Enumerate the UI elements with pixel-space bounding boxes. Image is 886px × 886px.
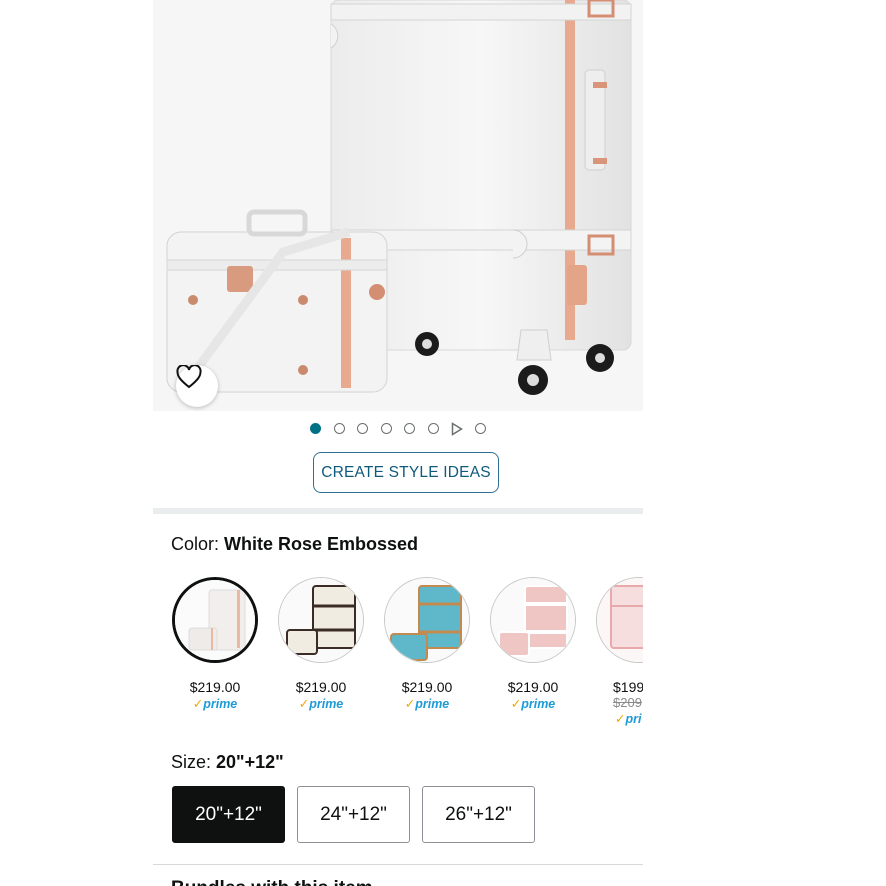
color-option-image: [596, 577, 643, 663]
color-option-white-rose[interactable]: $219.00 ✓prime: [171, 577, 277, 711]
color-option-pink[interactable]: $219.00 ✓prime: [489, 577, 595, 711]
color-swatch-row: $219.00 ✓prime $219.00 ✓prime $219.00 ✓p…: [171, 577, 643, 737]
section-divider: [153, 508, 643, 514]
carousel-dot-3[interactable]: [357, 423, 368, 434]
color-option-cream-black[interactable]: $219.00 ✓prime: [277, 577, 383, 711]
carousel-dot-4[interactable]: [381, 423, 392, 434]
image-carousel-indicator: [153, 421, 643, 437]
wishlist-button[interactable]: [176, 365, 218, 407]
color-option-price: $199: [613, 679, 643, 695]
color-option-price: $219.00: [189, 679, 241, 695]
color-option-list-price: $209: [613, 695, 642, 710]
prime-badge: ✓pri: [615, 712, 642, 726]
size-option-20-12[interactable]: 20"+12": [172, 786, 285, 843]
carousel-dot-1[interactable]: [310, 423, 321, 434]
selected-size-name: 20"+12": [216, 752, 284, 772]
carousel-dot-8[interactable]: [475, 423, 486, 434]
product-image[interactable]: [153, 0, 643, 411]
color-option-light-pink[interactable]: $199 $209 ✓pri: [595, 577, 643, 726]
color-option-price: $219.00: [507, 679, 559, 695]
color-label: Color: White Rose Embossed: [171, 534, 419, 554]
create-style-ideas-button[interactable]: CREATE STYLE IDEAS: [313, 452, 499, 493]
color-option-price: $219.00: [401, 679, 453, 695]
luggage-illustration: [166, 0, 632, 395]
prime-check-icon: ✓: [192, 697, 204, 711]
size-option-26-12[interactable]: 26"+12": [422, 786, 535, 843]
color-option-image: [384, 577, 470, 663]
color-option-price: $219.00: [295, 679, 347, 695]
prime-badge: ✓prime: [298, 697, 344, 711]
color-option-image: [490, 577, 576, 663]
carousel-dot-5[interactable]: [404, 423, 415, 434]
bundles-heading: Bundles with this item: [171, 878, 373, 886]
size-label: Size: 20"+12": [171, 752, 284, 772]
color-option-blue[interactable]: $219.00 ✓prime: [383, 577, 489, 711]
prime-badge: ✓prime: [510, 697, 556, 711]
prime-check-icon: ✓: [404, 697, 416, 711]
prime-check-icon: ✓: [298, 697, 310, 711]
video-play-icon[interactable]: [451, 422, 463, 436]
prime-check-icon: ✓: [510, 697, 522, 711]
color-option-image: [172, 577, 258, 663]
color-option-image: [278, 577, 364, 663]
prime-badge: ✓prime: [192, 697, 238, 711]
prime-badge: ✓prime: [404, 697, 450, 711]
carousel-dot-6[interactable]: [428, 423, 439, 434]
size-option-24-12[interactable]: 24"+12": [297, 786, 410, 843]
selected-color-name: White Rose Embossed: [224, 534, 419, 554]
carousel-dot-2[interactable]: [334, 423, 345, 434]
product-page: CREATE STYLE IDEAS Color: White Rose Emb…: [153, 0, 643, 886]
section-divider: [153, 864, 643, 865]
prime-check-icon: ✓: [615, 712, 626, 726]
heart-icon: [176, 365, 202, 389]
